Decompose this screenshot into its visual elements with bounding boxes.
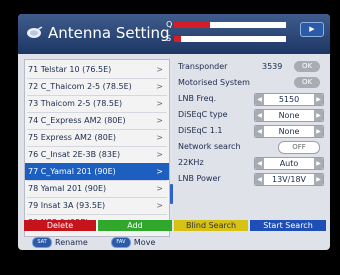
satellite-list-item[interactable]: 73 Thaicom 2-5 (78.5E) > [25,95,169,112]
strength-bar-fill [174,36,181,42]
left-arrow-icon[interactable]: ◀ [255,110,264,121]
right-arrow-icon[interactable]: ▶ [314,126,323,137]
start-search-button[interactable]: Start Search [250,220,326,231]
signal-meters: Q S [166,20,288,49]
satellite-name: 73 Thaicom 2-5 (78.5E) [28,99,123,108]
fav-key-icon: FAV [110,237,131,248]
chevron-right-icon: > [156,201,163,210]
khz-selector[interactable]: ◀ Auto ▶ [254,157,324,170]
transponder-ok-button[interactable]: OK [294,61,320,72]
blind-search-button[interactable]: Blind Search [174,220,248,231]
setting-diseqc11[interactable]: DiSEqC 1.1 ◀ None ▶ [178,123,324,138]
strength-label: S [166,34,172,43]
satellite-list-item[interactable]: 77 C_Yamal 201 (90E) > [25,163,169,180]
sat-key-icon: SAT [32,237,52,248]
setting-transponder[interactable]: Transponder 3539 OK [178,59,324,74]
satellite-name: 78 Yamal 201 (90E) [28,184,107,193]
satellite-name: 79 Insat 3A (93.5E) [28,201,106,210]
satellite-list-item[interactable]: 76 C_Insat 2E-3B (83E) > [25,146,169,163]
lnb-power-selector[interactable]: ◀ 13V/18V ▶ [254,173,324,186]
move-hint: Move [133,238,156,247]
network-search-toggle[interactable]: OFF [278,141,320,154]
page-title: Antenna Setting [48,24,170,42]
left-arrow-icon[interactable]: ◀ [255,126,264,137]
right-arrow-icon[interactable]: ▶ [314,94,323,105]
setting-diseqc-type[interactable]: DiSEqC type ◀ None ▶ [178,107,324,122]
satellite-name: 72 C_Thaicom 2-5 (78.5E) [28,82,132,91]
satellite-list-item[interactable]: 78 Yamal 201 (90E) > [25,180,169,197]
satellite-name: 77 C_Yamal 201 (90E) [28,167,116,176]
setting-network-search[interactable]: Network search OFF [178,139,324,154]
add-button[interactable]: Add [98,220,172,231]
footer-hints: SAT Rename FAV Move [32,237,155,249]
setting-lnb-power[interactable]: LNB Power ◀ 13V/18V ▶ [178,171,324,186]
right-arrow-icon[interactable]: ▶ [314,174,323,185]
satellite-list-item[interactable]: 71 Telstar 10 (76.5E) > [25,61,169,78]
quality-meter: Q [166,20,288,31]
left-arrow-icon[interactable]: ◀ [255,94,264,105]
setting-lnb-freq[interactable]: LNB Freq. ◀ 5150 ▶ [178,91,324,106]
chevron-right-icon: > [156,167,163,176]
list-scrollbar[interactable] [170,184,173,204]
satellite-name: 75 Express AM2 (80E) [28,133,116,142]
chevron-right-icon: > [156,133,163,142]
satellite-list-item[interactable]: 75 Express AM2 (80E) > [25,129,169,146]
chevron-right-icon: > [156,116,163,125]
left-arrow-icon[interactable]: ◀ [255,174,264,185]
settings-panel: Transponder 3539 OK Motorised System OK … [178,59,324,199]
delete-button[interactable]: Delete [24,220,96,231]
satellite-list-item[interactable]: 79 Insat 3A (93.5E) > [25,197,169,214]
chevron-right-icon: > [156,184,163,193]
rename-hint: Rename [55,238,88,247]
setting-22khz[interactable]: 22KHz ◀ Auto ▶ [178,155,324,170]
quality-bar-fill [174,22,210,28]
left-arrow-icon[interactable]: ◀ [255,158,264,169]
color-button-bar: Delete Add Blind Search Start Search [24,220,326,231]
satellite-name: 74 C_Express AM2 (80E) [28,116,126,125]
chevron-right-icon: > [156,82,163,91]
chevron-right-icon: > [156,150,163,159]
right-arrow-icon[interactable]: ▶ [314,110,323,121]
right-arrow-icon[interactable]: ▶ [314,158,323,169]
satellite-list: 71 Telstar 10 (76.5E) >72 C_Thaicom 2-5 (… [24,59,170,237]
diseqc-type-selector[interactable]: ◀ None ▶ [254,109,324,122]
play-button[interactable]: ▶ [300,22,324,37]
diseqc11-selector[interactable]: ◀ None ▶ [254,125,324,138]
setting-motorised[interactable]: Motorised System OK [178,75,324,90]
satellite-name: 71 Telstar 10 (76.5E) [28,65,112,74]
strength-meter: S [166,34,288,45]
satellite-list-item[interactable]: 72 C_Thaicom 2-5 (78.5E) > [25,78,169,95]
quality-label: Q [166,20,173,29]
header-bar: Antenna Setting Q S ▶ [18,14,330,54]
lnb-freq-selector[interactable]: ◀ 5150 ▶ [254,93,324,106]
satellite-name: 76 C_Insat 2E-3B (83E) [28,150,121,159]
satellite-dish-icon [27,26,43,38]
motorised-ok-button[interactable]: OK [294,77,320,88]
satellite-list-item[interactable]: 74 C_Express AM2 (80E) > [25,112,169,129]
chevron-right-icon: > [156,65,163,74]
antenna-setting-screen: Antenna Setting Q S ▶ 71 Telstar 10 (76.… [18,14,330,250]
chevron-right-icon: > [156,99,163,108]
